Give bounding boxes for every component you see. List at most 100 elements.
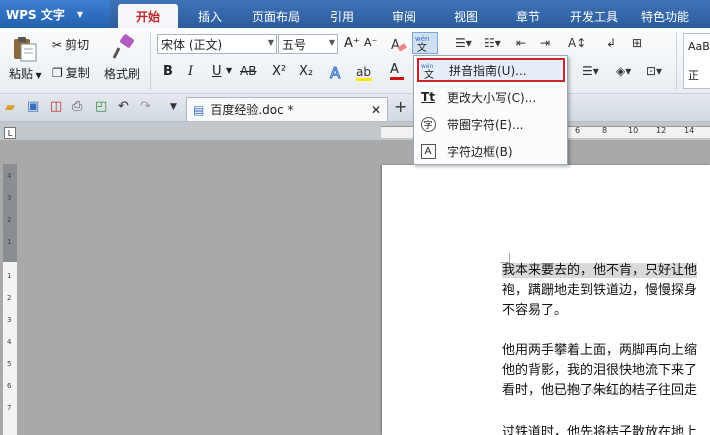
enclosed-char-icon: 字 [417,116,439,132]
document-line[interactable]: 过铁道时，他先将桔子散放在地上 [502,423,697,435]
ruler-tick-label: 12 [656,126,667,135]
ruler-number: 1 [7,238,12,246]
tab-references[interactable]: 引用 [316,4,368,28]
menu-item-char-border[interactable]: A 字符边框(B) [417,139,565,163]
shrink-font-button[interactable]: A⁻ [364,36,377,49]
app-logo-text: WPS 文字 [6,7,65,22]
highlight-icon[interactable]: ab [355,62,377,85]
open-folder-icon[interactable]: ▰ [5,100,15,115]
format-painter-icon[interactable] [110,34,136,65]
watermark: jingyan.baidu.com [545,385,638,396]
tab-view[interactable]: 视图 [440,4,492,28]
bullet-list-icon[interactable]: ☰▾ [455,36,472,50]
numbered-list-icon[interactable]: ☷▾ [484,36,501,50]
document-line[interactable]: 我本来要去的，他不肯，只好让他 [502,261,698,281]
pinyin-icon: wén 文 [419,61,441,79]
line-spacing-icon[interactable]: ☰▾ [582,64,599,78]
ruler-number: 6 [7,382,12,390]
table-border-icon[interactable]: ⊞ [632,36,642,50]
copy-button[interactable]: ❐ 复制 [52,64,90,81]
menu-item-label: 带圈字符(E)... [447,117,524,132]
paste-icon[interactable] [12,36,38,65]
cut-button[interactable]: ✂ 剪切 [52,36,89,53]
tab-developer[interactable]: 开发工具 [564,4,624,28]
italic-button[interactable]: I [188,64,193,79]
sort-icon[interactable]: A↕ [568,36,586,50]
document-line[interactable]: 他用两手攀着上面，两脚再向上缩 [502,341,697,361]
shading-icon[interactable]: ◈▾ [616,64,631,78]
decrease-indent-icon[interactable]: ⇤ [516,36,526,50]
font-color-bar [390,77,404,80]
ruler-number: 7 [7,404,12,412]
paste-button[interactable]: 粘贴 ▼ [9,65,42,82]
border-icon[interactable]: ⊡▾ [646,64,662,78]
tab-insert[interactable]: 插入 [182,4,238,28]
ruler-number: 2 [7,294,12,302]
chevron-down-icon: ▼ [267,38,274,47]
style-gallery[interactable]: AaBb 正 [683,33,710,89]
underline-button[interactable]: U [212,64,222,79]
text-effect-icon[interactable]: A [328,62,346,85]
strikethrough-button[interactable]: AB [240,64,256,78]
save-icon[interactable]: ▣ [27,99,39,114]
font-size-select[interactable]: 五号 ▼ [278,34,338,54]
scissors-icon: ✂ [52,37,63,52]
ruler-number: 1 [7,272,12,280]
superscript-button[interactable]: X² [272,64,286,79]
font-name-value: 宋体 (正文) [161,37,223,52]
menu-item-pinyin-guide[interactable]: wén 文 拼音指南(U)... [417,58,565,82]
ruler-number: 4 [7,172,12,180]
font-size-value: 五号 [282,37,307,52]
paste-label: 粘贴 [9,67,34,81]
document-line[interactable]: 袍，蹒跚地走到铁道边，慢慢探身 [502,281,697,301]
document-line[interactable]: 他的背影，我的泪很快地流下来了 [502,361,697,381]
font-color-button[interactable]: A [390,62,404,80]
export-pdf-icon[interactable]: ◫ [50,99,62,114]
new-tab-icon[interactable]: + [394,97,407,116]
cut-label: 剪切 [65,38,90,52]
menu-item-enclosed-char[interactable]: 字 带圈字符(E)... [417,112,565,136]
svg-text:文: 文 [424,68,434,79]
vertical-ruler-numbers: 4 3 2 1 1 2 3 4 5 6 7 [3,164,17,435]
menu-item-label: 拼音指南(U)... [449,63,527,78]
undo-icon[interactable]: ↶ [118,99,129,114]
font-name-select[interactable]: 宋体 (正文) ▼ [157,34,277,54]
redo-icon[interactable]: ↷ [140,99,151,114]
svg-text:文: 文 [417,41,427,53]
bold-button[interactable]: B [163,64,173,79]
menu-item-change-case[interactable]: Tt 更改大小写(C)... [417,85,565,109]
print-preview-icon[interactable]: ◰ [95,99,107,114]
subscript-button[interactable]: X₂ [299,64,313,79]
show-marks-icon[interactable]: ↲ [606,36,616,50]
menu-item-label: 更改大小写(C)... [447,90,537,105]
tab-stop-selector-icon[interactable]: L [4,127,16,139]
increase-indent-icon[interactable]: ⇥ [540,36,550,50]
customize-toolbar-icon[interactable]: ▼ [170,102,177,112]
ruler-tick-label: 8 [602,126,608,135]
group-divider [676,32,677,90]
pinyin-dropdown-menu: wén 文 拼音指南(U)... Tt 更改大小写(C)... 字 带圈字符(E)… [413,55,568,165]
style-preview-text: AaBb [688,40,710,53]
copy-label: 复制 [65,66,90,80]
svg-text:A: A [391,38,400,53]
svg-text:A: A [330,64,341,82]
wps-app-menu-button[interactable]: WPS 文字 ▼ [0,0,110,28]
tab-home[interactable]: 开始 [118,4,178,28]
tab-chapter[interactable]: 章节 [502,4,554,28]
tab-review[interactable]: 审阅 [378,4,430,28]
print-icon[interactable]: ⎙ [72,99,82,114]
document-tab[interactable]: ▤ 百度经验.doc * ✕ [186,97,388,121]
document-line[interactable]: 不容易了。 [502,301,567,321]
pinyin-guide-button[interactable]: wén 文 [412,32,438,54]
grow-font-button[interactable]: A⁺ [344,36,360,51]
tab-special[interactable]: 特色功能 [634,4,696,28]
tab-page-layout[interactable]: 页面布局 [244,4,308,28]
chevron-down-icon[interactable]: ▼ [226,66,232,75]
ruler-number: 2 [7,216,12,224]
format-painter-button[interactable]: 格式刷 [104,65,140,82]
clear-format-icon[interactable]: A [388,34,408,57]
svg-text:wén: wén [421,63,434,70]
close-icon[interactable]: ✕ [371,103,381,117]
ruler-tick-label: 6 [575,126,581,135]
change-case-icon: Tt [421,90,435,104]
